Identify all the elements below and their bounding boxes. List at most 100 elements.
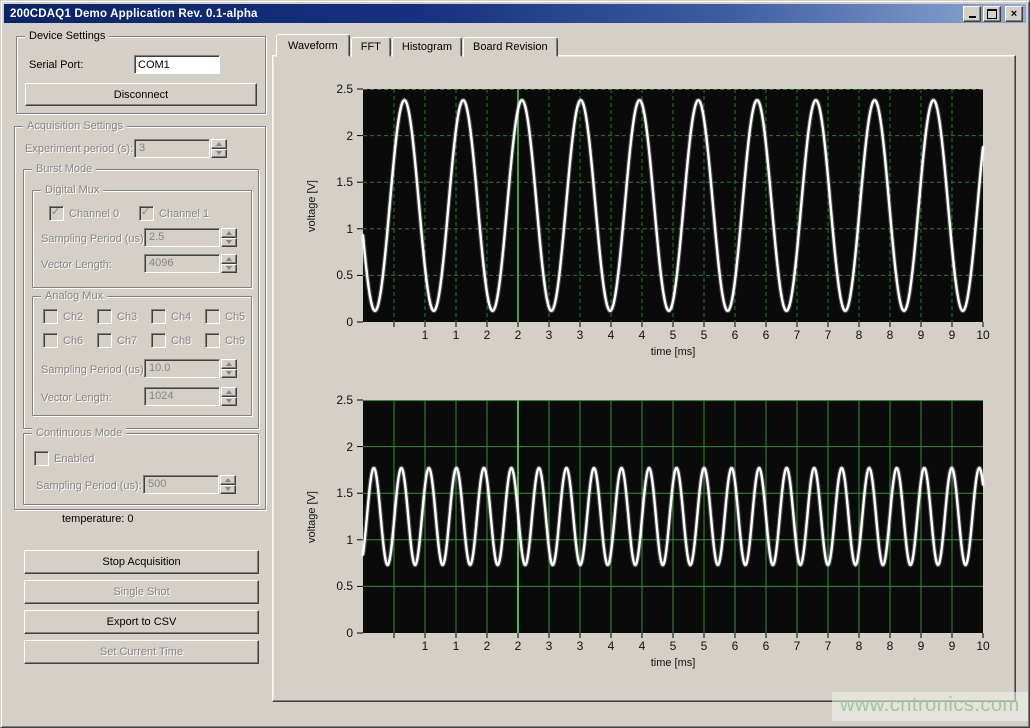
disconnect-button[interactable]: Disconnect bbox=[25, 83, 257, 106]
checkbox-ch3-label: Ch3 bbox=[117, 311, 137, 323]
x-tick-label: 7 bbox=[816, 639, 840, 653]
x-tick-label: 5 bbox=[661, 639, 685, 653]
spin-up-button bbox=[221, 359, 237, 369]
continuous-sampling-period-spinner: 500 bbox=[143, 475, 236, 494]
checkbox-ch7: Ch7 bbox=[97, 333, 137, 348]
x-tick-label: 6 bbox=[723, 639, 747, 653]
x-tick-label: 7 bbox=[785, 639, 809, 653]
digital-vector-length-label: Vector Length: bbox=[41, 258, 112, 272]
checkbox-icon bbox=[97, 309, 112, 324]
tab-histogram[interactable]: Histogram bbox=[392, 37, 462, 57]
spin-buttons bbox=[221, 359, 237, 378]
plot-area bbox=[363, 400, 983, 633]
y-axis-tick-labels: 00.511.522.5 bbox=[316, 89, 356, 322]
x-tick-label: 5 bbox=[692, 328, 716, 342]
arrow-down-icon bbox=[225, 487, 231, 491]
tab-fft[interactable]: FFT bbox=[351, 37, 391, 57]
checkbox-ch5-label: Ch5 bbox=[225, 311, 245, 323]
checkbox-ch9-label: Ch9 bbox=[225, 335, 245, 347]
spin-up-button bbox=[221, 254, 237, 264]
arrow-up-icon bbox=[225, 478, 231, 482]
checkbox-channel-0-label: Channel 0 bbox=[69, 208, 119, 220]
x-axis-tick-labels: 11223344556677889910 bbox=[282, 328, 998, 343]
arrow-down-icon bbox=[226, 266, 232, 270]
spin-buttons bbox=[221, 228, 237, 247]
spin-down-button bbox=[221, 264, 237, 274]
digital-vector-length-value: 4096 bbox=[144, 254, 220, 273]
x-tick-label: 5 bbox=[661, 328, 685, 342]
checkbox-ch9: Ch9 bbox=[205, 333, 245, 348]
x-axis-tick-labels: 11223344556677889910 bbox=[282, 639, 998, 654]
experiment-period-label: Experiment period (s): bbox=[25, 142, 133, 156]
minimize-icon bbox=[969, 16, 976, 18]
application-window: 200CDAQ1 Demo Application Rev. 0.1-alpha… bbox=[0, 0, 1030, 728]
maximize-icon bbox=[987, 9, 997, 19]
arrow-down-icon bbox=[226, 240, 232, 244]
x-tick-label: 9 bbox=[909, 328, 933, 342]
x-tick-label: 2 bbox=[475, 328, 499, 342]
export-to-csv-button[interactable]: Export to CSV bbox=[24, 610, 259, 634]
digital-sampling-period-label: Sampling Period (us): bbox=[41, 232, 147, 246]
x-tick-label: 1 bbox=[444, 328, 468, 342]
checkbox-ch6-label: Ch6 bbox=[63, 335, 83, 347]
y-tick-label: 2 bbox=[316, 440, 353, 454]
x-tick-label: 5 bbox=[692, 639, 716, 653]
tab-board-revision[interactable]: Board Revision bbox=[463, 37, 558, 57]
x-tick-label: 1 bbox=[413, 328, 437, 342]
checkbox-icon bbox=[97, 333, 112, 348]
x-tick-label: 8 bbox=[847, 639, 871, 653]
spin-buttons bbox=[221, 254, 237, 273]
set-current-time-button: Set Current Time bbox=[24, 640, 259, 664]
analog-mux-group: Analog Mux Ch2 Ch3 Ch4 Ch5 bbox=[32, 296, 252, 416]
y-tick-label: 1 bbox=[316, 222, 353, 236]
x-tick-label: 4 bbox=[630, 328, 654, 342]
x-axis-title: time [ms] bbox=[363, 657, 983, 669]
checkbox-ch4: Ch4 bbox=[151, 309, 191, 324]
x-tick-label: 2 bbox=[475, 639, 499, 653]
spin-up-button bbox=[211, 139, 227, 149]
x-tick-label: 2 bbox=[506, 639, 530, 653]
experiment-period-value: 3 bbox=[134, 139, 210, 158]
digital-mux-group: Digital Mux Channel 0 Channel 1 Sampling… bbox=[32, 190, 252, 288]
y-tick-label: 2.5 bbox=[316, 82, 353, 96]
waveform-trace bbox=[363, 89, 983, 322]
x-tick-label: 3 bbox=[537, 328, 561, 342]
stop-acquisition-button[interactable]: Stop Acquisition bbox=[24, 550, 259, 574]
spin-down-button bbox=[221, 369, 237, 379]
burst-mode-group: Burst Mode Digital Mux Channel 0 Channel… bbox=[23, 169, 259, 429]
digital-sampling-period-value: 2.5 bbox=[144, 228, 220, 247]
acquisition-settings-group: Acquisition Settings Experiment period (… bbox=[14, 126, 266, 510]
y-tick-label: 0.5 bbox=[316, 268, 353, 282]
x-tick-label: 9 bbox=[909, 639, 933, 653]
continuous-sampling-period-label: Sampling Period (us): bbox=[36, 479, 142, 493]
x-tick-label: 4 bbox=[599, 328, 623, 342]
plot-area bbox=[363, 89, 983, 322]
burst-mode-legend: Burst Mode bbox=[32, 163, 96, 176]
analog-mux-legend: Analog Mux bbox=[41, 290, 107, 303]
waveform-chart-top: voltage [V] 00.511.522.5 112233445566778… bbox=[282, 82, 998, 382]
y-tick-label: 1.5 bbox=[316, 175, 353, 189]
window-controls: × bbox=[963, 6, 1023, 22]
x-tick-label: 8 bbox=[878, 639, 902, 653]
x-tick-label: 7 bbox=[816, 328, 840, 342]
analog-sampling-period-label: Sampling Period (us): bbox=[41, 363, 147, 377]
maximize-button[interactable] bbox=[983, 6, 1001, 22]
checkbox-icon bbox=[43, 333, 58, 348]
minimize-button[interactable] bbox=[963, 6, 981, 22]
temperature-readout: temperature: 0 bbox=[62, 512, 134, 526]
continuous-sampling-period-value: 500 bbox=[143, 475, 219, 494]
spin-buttons bbox=[220, 475, 236, 494]
tab-waveform[interactable]: Waveform bbox=[276, 34, 350, 57]
x-tick-label: 1 bbox=[444, 639, 468, 653]
checkbox-enabled: Enabled bbox=[34, 451, 94, 466]
digital-sampling-period-spinner: 2.5 bbox=[144, 228, 237, 247]
close-button[interactable]: × bbox=[1005, 6, 1023, 22]
checkbox-icon bbox=[34, 451, 49, 466]
spin-down-button bbox=[220, 485, 236, 495]
checkbox-ch5: Ch5 bbox=[205, 309, 245, 324]
x-tick-label: 8 bbox=[847, 328, 871, 342]
x-tick-label: 6 bbox=[754, 639, 778, 653]
serial-port-input[interactable] bbox=[134, 55, 220, 74]
x-tick-label: 7 bbox=[785, 328, 809, 342]
checkbox-ch2: Ch2 bbox=[43, 309, 83, 324]
